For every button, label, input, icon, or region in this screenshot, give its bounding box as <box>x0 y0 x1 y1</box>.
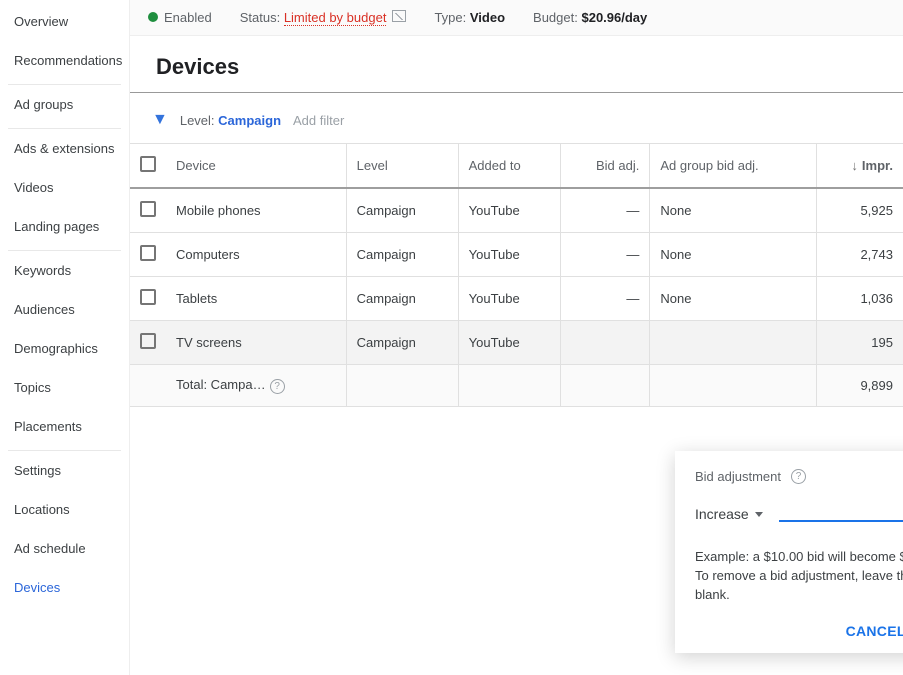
sidebar-item-settings[interactable]: Settings <box>8 451 121 490</box>
chevron-down-icon <box>755 512 763 517</box>
status-bar: Enabled Status: Limited by budget Type: … <box>130 0 903 36</box>
add-filter-button[interactable]: Add filter <box>293 113 344 128</box>
status-enabled: Enabled <box>148 10 212 25</box>
page-title: Devices <box>130 36 903 93</box>
select-all-checkbox[interactable] <box>140 156 156 172</box>
popover-example: Example: a $10.00 bid will become $12.50… <box>695 548 903 605</box>
bid-direction-dropdown[interactable]: Increase <box>695 506 763 522</box>
chart-icon[interactable] <box>392 10 406 22</box>
table-total-row: Total: Campa…? 9,899 <box>130 365 903 407</box>
sidebar-item-ads-extensions[interactable]: Ads & extensions <box>8 129 121 168</box>
popover-title: Bid adjustment? <box>695 469 903 484</box>
col-bid-adj[interactable]: Bid adj. <box>560 144 650 189</box>
row-checkbox[interactable] <box>140 245 156 261</box>
col-device[interactable]: Device <box>166 144 346 189</box>
row-checkbox[interactable] <box>140 289 156 305</box>
col-impr[interactable]: ↓Impr. <box>816 144 903 189</box>
row-checkbox[interactable] <box>140 333 156 349</box>
bid-adj-cell[interactable] <box>560 321 650 365</box>
bid-adj-cell[interactable]: — <box>560 233 650 277</box>
main-content: Enabled Status: Limited by budget Type: … <box>130 0 903 675</box>
table-row[interactable]: TV screens Campaign YouTube 195 <box>130 321 903 365</box>
status-limited-link[interactable]: Limited by budget <box>284 10 387 26</box>
table-row[interactable]: Computers Campaign YouTube — None 2,743 <box>130 233 903 277</box>
col-ad-group-bid-adj[interactable]: Ad group bid adj. <box>650 144 816 189</box>
sidebar-item-placements[interactable]: Placements <box>8 407 121 446</box>
filter-level[interactable]: Level: Campaign <box>180 113 281 128</box>
bid-value-input[interactable] <box>779 502 903 518</box>
sidebar-item-overview[interactable]: Overview <box>8 2 121 41</box>
bid-value-field[interactable]: % <box>779 502 903 522</box>
status-field: Status: Limited by budget <box>240 10 407 25</box>
type-field: Type: Video <box>434 10 505 25</box>
filter-icon[interactable]: ▼ <box>152 111 168 129</box>
col-level[interactable]: Level <box>346 144 458 189</box>
filter-bar: ▼ Level: Campaign Add filter <box>130 93 903 143</box>
help-icon[interactable]: ? <box>791 469 806 484</box>
bid-adjustment-popover: Bid adjustment? Increase % Example: a $1… <box>675 451 903 653</box>
sidebar-item-recommendations[interactable]: Recommendations <box>8 41 121 80</box>
total-label: Total: Campa…? <box>166 365 346 407</box>
sidebar-item-ad-groups[interactable]: Ad groups <box>8 85 121 124</box>
cancel-button[interactable]: CANCEL <box>846 623 903 639</box>
budget-field: Budget: $20.96/day <box>533 10 647 25</box>
sidebar-item-topics[interactable]: Topics <box>8 368 121 407</box>
sidebar-item-devices[interactable]: Devices <box>8 568 121 607</box>
col-added-to[interactable]: Added to <box>458 144 560 189</box>
bid-adj-cell[interactable]: — <box>560 277 650 321</box>
help-icon[interactable]: ? <box>270 379 285 394</box>
row-checkbox[interactable] <box>140 201 156 217</box>
sort-desc-icon: ↓ <box>851 158 858 173</box>
sidebar: Overview Recommendations Ad groups Ads &… <box>0 0 130 675</box>
sidebar-item-demographics[interactable]: Demographics <box>8 329 121 368</box>
sidebar-item-videos[interactable]: Videos <box>8 168 121 207</box>
table-row[interactable]: Tablets Campaign YouTube — None 1,036 <box>130 277 903 321</box>
sidebar-item-keywords[interactable]: Keywords <box>8 251 121 290</box>
sidebar-item-ad-schedule[interactable]: Ad schedule <box>8 529 121 568</box>
sidebar-item-locations[interactable]: Locations <box>8 490 121 529</box>
sidebar-item-landing-pages[interactable]: Landing pages <box>8 207 121 246</box>
table-row[interactable]: Mobile phones Campaign YouTube — None 5,… <box>130 188 903 233</box>
devices-table: Device Level Added to Bid adj. Ad group … <box>130 143 903 407</box>
enabled-dot-icon <box>148 12 158 22</box>
sidebar-item-audiences[interactable]: Audiences <box>8 290 121 329</box>
bid-adj-cell[interactable]: — <box>560 188 650 233</box>
